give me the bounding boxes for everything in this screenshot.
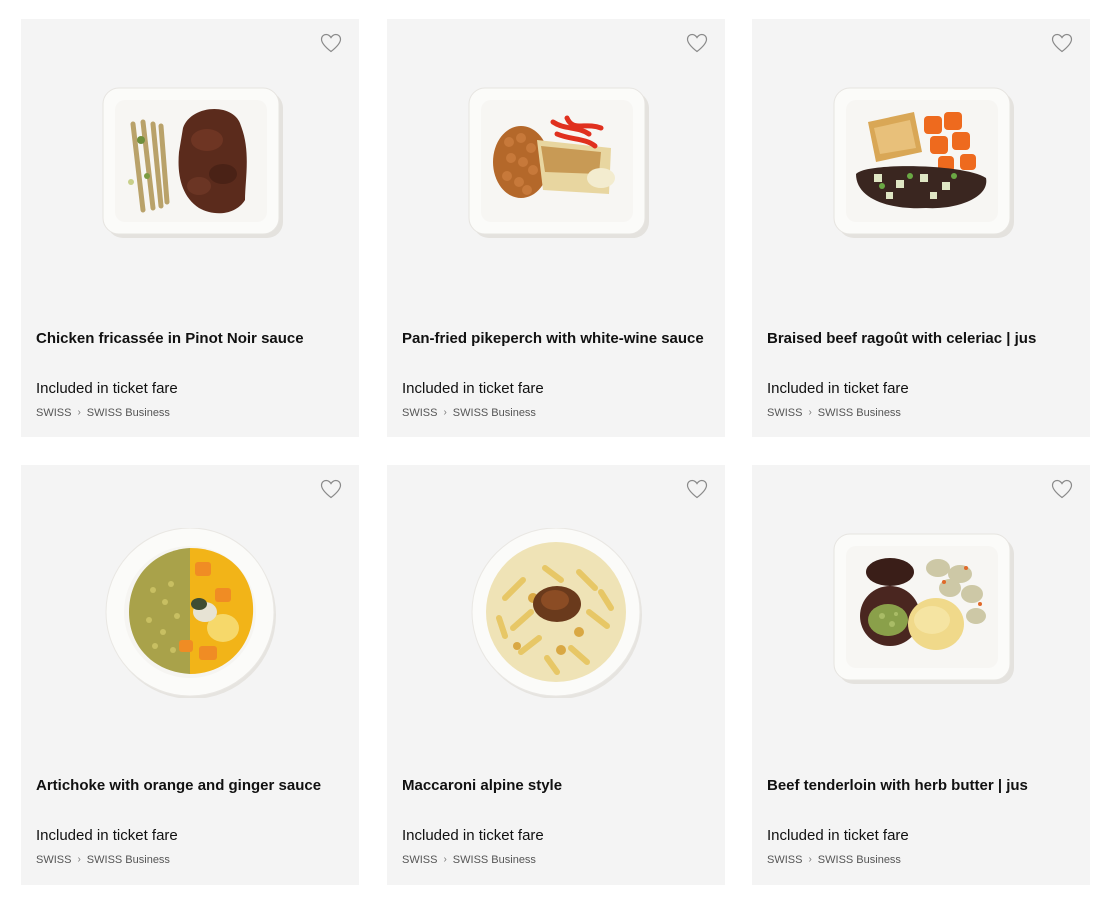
breadcrumb-item[interactable]: SWISS (767, 853, 802, 867)
breadcrumb: SWISS › SWISS Business (402, 853, 536, 867)
product-title[interactable]: Maccaroni alpine style (402, 777, 713, 795)
heart-outline-icon (1051, 479, 1073, 499)
product-card[interactable]: Pan-fried pikeperch with white-wine sauc… (387, 19, 725, 437)
product-title[interactable]: Artichoke with orange and ginger sauce (36, 777, 347, 795)
product-image[interactable] (461, 528, 651, 698)
product-card[interactable]: Beef tenderloin with herb butter | jus I… (752, 465, 1090, 885)
breadcrumb-item[interactable]: SWISS Business (87, 853, 170, 867)
product-title[interactable]: Braised beef ragoût with celeriac | jus (767, 330, 1078, 348)
product-price: Included in ticket fare (402, 827, 544, 844)
chevron-right-icon: › (443, 854, 447, 865)
product-price: Included in ticket fare (36, 380, 178, 397)
favorite-button[interactable] (319, 31, 343, 55)
product-grid: Chicken fricassée in Pinot Noir sauce In… (21, 19, 1091, 885)
breadcrumb: SWISS › SWISS Business (36, 406, 170, 420)
chevron-right-icon: › (77, 854, 81, 865)
favorite-button[interactable] (319, 477, 343, 501)
product-title[interactable]: Chicken fricassée in Pinot Noir sauce (36, 330, 347, 348)
product-title[interactable]: Pan-fried pikeperch with white-wine sauc… (402, 330, 713, 348)
heart-outline-icon (320, 479, 342, 499)
chevron-right-icon: › (808, 407, 812, 418)
product-image[interactable] (95, 82, 285, 242)
product-title[interactable]: Beef tenderloin with herb butter | jus (767, 777, 1078, 795)
favorite-button[interactable] (685, 31, 709, 55)
chevron-right-icon: › (443, 407, 447, 418)
product-card[interactable]: Maccaroni alpine style Included in ticke… (387, 465, 725, 885)
breadcrumb-item[interactable]: SWISS (36, 853, 71, 867)
breadcrumb: SWISS › SWISS Business (36, 853, 170, 867)
product-card[interactable]: Chicken fricassée in Pinot Noir sauce In… (21, 19, 359, 437)
breadcrumb-item[interactable]: SWISS Business (87, 406, 170, 420)
favorite-button[interactable] (1050, 31, 1074, 55)
breadcrumb-item[interactable]: SWISS (767, 406, 802, 420)
product-price: Included in ticket fare (767, 380, 909, 397)
heart-outline-icon (320, 33, 342, 53)
breadcrumb-item[interactable]: SWISS (36, 406, 71, 420)
heart-outline-icon (1051, 33, 1073, 53)
breadcrumb: SWISS › SWISS Business (767, 853, 901, 867)
heart-outline-icon (686, 479, 708, 499)
chevron-right-icon: › (808, 854, 812, 865)
breadcrumb-item[interactable]: SWISS Business (818, 853, 901, 867)
chevron-right-icon: › (77, 407, 81, 418)
product-price: Included in ticket fare (402, 380, 544, 397)
breadcrumb-item[interactable]: SWISS (402, 406, 437, 420)
breadcrumb-item[interactable]: SWISS (402, 853, 437, 867)
product-card[interactable]: Artichoke with orange and ginger sauce I… (21, 465, 359, 885)
breadcrumb-item[interactable]: SWISS Business (453, 853, 536, 867)
product-image[interactable] (826, 82, 1016, 242)
breadcrumb: SWISS › SWISS Business (402, 406, 536, 420)
product-image[interactable] (95, 528, 285, 698)
heart-outline-icon (686, 33, 708, 53)
favorite-button[interactable] (685, 477, 709, 501)
product-image[interactable] (461, 82, 651, 242)
product-price: Included in ticket fare (767, 827, 909, 844)
product-price: Included in ticket fare (36, 827, 178, 844)
product-card[interactable]: Braised beef ragoût with celeriac | jus … (752, 19, 1090, 437)
breadcrumb: SWISS › SWISS Business (767, 406, 901, 420)
breadcrumb-item[interactable]: SWISS Business (453, 406, 536, 420)
breadcrumb-item[interactable]: SWISS Business (818, 406, 901, 420)
product-image[interactable] (826, 528, 1016, 688)
favorite-button[interactable] (1050, 477, 1074, 501)
